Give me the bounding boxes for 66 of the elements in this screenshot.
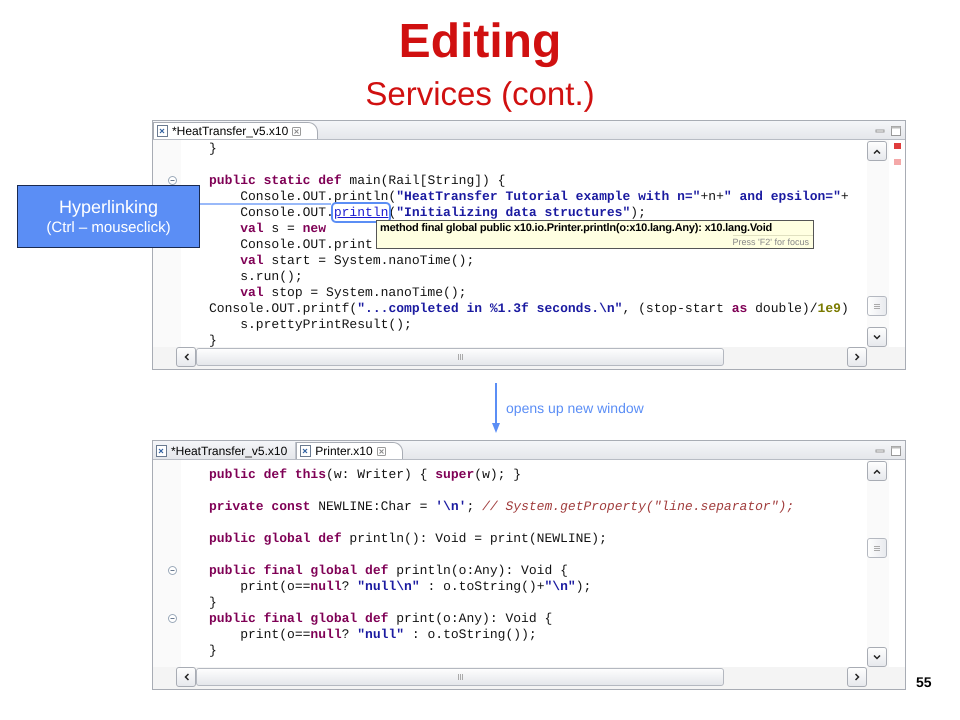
file-icon: [300, 445, 312, 457]
code-line: }: [209, 596, 217, 609]
callout-text: (Ctrl – mouseclick): [46, 218, 171, 238]
scroll-left-button[interactable]: [176, 347, 196, 367]
grip-icon: [874, 546, 880, 550]
chevron-left-icon: [184, 673, 188, 681]
collapse-icon[interactable]: [168, 176, 177, 184]
scroll-up-button[interactable]: [867, 461, 887, 481]
code-line: s.run();: [239, 270, 303, 283]
scroll-right-button[interactable]: [847, 347, 867, 367]
close-icon[interactable]: [292, 126, 302, 136]
maximize-icon[interactable]: [891, 446, 901, 456]
file-icon: [157, 125, 168, 137]
callout-title: Hyperlinking: [58, 196, 158, 218]
editor-tab[interactable]: Printer.x10: [296, 442, 403, 459]
collapse-icon[interactable]: [168, 614, 177, 622]
grip-icon: [458, 674, 462, 680]
chevron-down-icon: [873, 334, 881, 340]
scroll-thumb[interactable]: [867, 296, 887, 316]
tooltip-hint: Press 'F2' for focus: [732, 235, 813, 248]
code-line: Console.OUT.printf("...completed in %1.3f seconds.\n", (stop-start as double)/1e9): [209, 302, 849, 315]
close-icon[interactable]: [376, 446, 386, 456]
chevron-right-icon: [854, 673, 860, 681]
code-line: val stop = System.nanoTime();: [239, 286, 466, 299]
arrow-caption: opens up new window: [506, 400, 644, 416]
chevron-up-icon: [873, 148, 881, 154]
grip-icon: [458, 354, 462, 360]
scroll-right-button[interactable]: [847, 667, 867, 687]
code-line: }: [209, 334, 217, 347]
code-line: s.prettyPrintResult();: [239, 318, 412, 331]
grip-icon: [874, 304, 880, 308]
scroll-thumb[interactable]: [196, 668, 724, 686]
code-line: val start = System.nanoTime();: [239, 254, 474, 267]
code-line: print(o==null? "null\n" : o.toString()+"\n");: [239, 580, 592, 593]
slide-title: Editing: [398, 14, 562, 70]
code-line: }: [209, 644, 217, 657]
code-line: Console.OUT.print: [239, 238, 373, 251]
chevron-left-icon: [184, 353, 188, 361]
code-line: public static def main(Rail[String]) {: [209, 174, 506, 187]
file-icon: [156, 444, 167, 456]
scroll-down-button[interactable]: [867, 647, 887, 667]
slide-subtitle: Services (cont.): [365, 74, 595, 114]
chevron-up-icon: [873, 468, 881, 474]
scroll-thumb[interactable]: [867, 538, 887, 558]
scroll-down-button[interactable]: [867, 327, 887, 347]
code-line: public def this(w: Writer) { super(w); }: [209, 468, 522, 481]
code-line: public final global def print(o:Any): Void {: [209, 612, 552, 625]
editor-tab[interactable]: *HeatTransfer_v5.x10: [153, 442, 296, 459]
chevron-right-icon: [854, 353, 860, 361]
editor-tab[interactable]: *HeatTransfer_v5.x10: [153, 122, 318, 139]
code-line: private const NEWLINE:Char = '\n'; // System.getProperty("line.separator");: [209, 500, 794, 513]
scroll-up-button[interactable]: [867, 141, 887, 161]
page-number: 55: [916, 674, 932, 690]
collapse-icon[interactable]: [168, 566, 177, 574]
code-line: public global def println(): Void = print(NEWLINE);: [209, 532, 607, 545]
code-line: public final global def println(o:Any): Void {: [209, 564, 568, 577]
code-line: val s = new: [239, 222, 326, 235]
code-line: }: [209, 142, 217, 155]
scroll-left-button[interactable]: [176, 667, 196, 687]
code-line: print(o==null? "null" : o.toString());: [239, 628, 537, 641]
down-arrow: [491, 383, 501, 433]
scroll-thumb[interactable]: [196, 348, 724, 366]
maximize-icon[interactable]: [891, 126, 901, 136]
chevron-down-icon: [873, 654, 881, 660]
tooltip-signature: method final global public x10.io.Printer.println(o:x10.lang.Any): x10.lang.Void: [379, 221, 774, 235]
code-line: Console.OUT.println("HeatTransfer Tutorial example with n="+n+" and epsilon="+: [239, 190, 849, 203]
